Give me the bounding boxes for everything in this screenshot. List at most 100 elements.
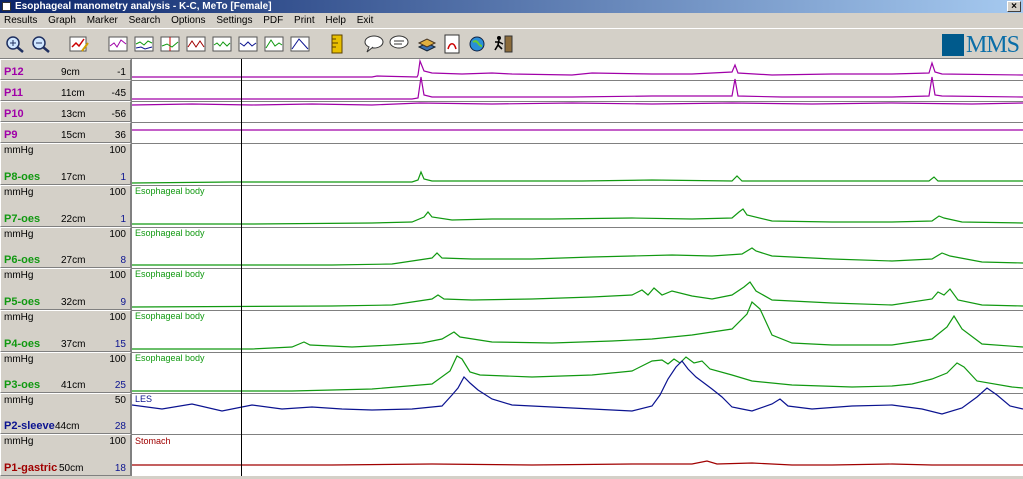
title-bar: Esophageal manometry analysis - K-C, MeT…: [0, 0, 1023, 13]
channel-name: P6-oes: [4, 254, 41, 266]
channel-name: P4-oes: [4, 338, 41, 350]
menu-graph[interactable]: Graph: [44, 13, 80, 28]
channel-p2-sleeve[interactable]: mmHg 50 P2-sleeve 44cm 28: [0, 393, 131, 434]
channel-value: 1: [120, 172, 126, 183]
channel-depth: 17cm: [61, 172, 86, 183]
menu-marker[interactable]: Marker: [83, 13, 122, 28]
channel-depth: 27cm: [61, 255, 86, 266]
channel-value: 8: [120, 255, 126, 266]
channel-p8-oes[interactable]: mmHg 100 P8-oes 17cm 1: [0, 143, 131, 185]
close-button[interactable]: ×: [1007, 1, 1021, 12]
trace-p2-sleeve: [131, 360, 1023, 415]
channel-name: P1-gastric: [4, 462, 58, 474]
channel-unit: mmHg: [4, 354, 34, 365]
zoom-out-icon[interactable]: [30, 34, 52, 54]
menu-print[interactable]: Print: [290, 13, 319, 28]
trace-plot-area[interactable]: Esophageal body Esophageal body Esophage…: [131, 58, 1023, 476]
region-label: Esophageal body: [135, 269, 205, 279]
channel-p12[interactable]: P12 9cm -1: [0, 59, 131, 80]
window-title: Esophageal manometry analysis - K-C, MeT…: [15, 1, 272, 12]
channel-max: 50: [114, 395, 126, 406]
channel-depth: 50cm: [59, 463, 84, 474]
channel-p9[interactable]: P9 15cm 36: [0, 122, 131, 143]
channel-p7-oes[interactable]: mmHg 100 P7-oes 22cm 1: [0, 185, 131, 227]
channel-p5-oes[interactable]: mmHg 100 P5-oes 32cm 9: [0, 268, 131, 310]
channel-p10[interactable]: P10 13cm -56: [0, 101, 131, 122]
speech-bubble-icon[interactable]: [388, 34, 410, 54]
menu-help[interactable]: Help: [321, 13, 350, 28]
channel-unit: mmHg: [4, 395, 34, 406]
channel-p6-oes[interactable]: mmHg 100 P6-oes 27cm 8: [0, 227, 131, 268]
pdf-document-icon[interactable]: [441, 34, 463, 54]
menu-settings[interactable]: Settings: [212, 13, 256, 28]
channel-max: 100: [109, 187, 126, 198]
channel-unit: mmHg: [4, 436, 34, 447]
channel-unit: mmHg: [4, 312, 34, 323]
channel-p3-oes[interactable]: mmHg 100 P3-oes 41cm 25: [0, 352, 131, 393]
channel-depth: 44cm: [55, 421, 80, 432]
channel-unit: mmHg: [4, 270, 34, 281]
channel-value: 36: [114, 130, 126, 141]
channel-value: -1: [117, 67, 126, 78]
trace-plot: Esophageal body Esophageal body Esophage…: [131, 58, 1023, 466]
chart-view-5-icon[interactable]: [211, 34, 233, 54]
ruler-icon[interactable]: [326, 34, 348, 54]
chart-view-2-icon[interactable]: [133, 34, 155, 54]
chart-view-8-icon[interactable]: [289, 34, 311, 54]
channel-name: P12: [4, 66, 24, 78]
menu-pdf[interactable]: PDF: [259, 13, 287, 28]
trace-p12: [132, 58, 1023, 78]
chart-view-1-icon[interactable]: [107, 34, 129, 54]
toolbar: MMS: [0, 28, 1023, 59]
trace-p8-oes: [131, 170, 1023, 184]
chart-view-7-icon[interactable]: [263, 34, 285, 54]
channel-depth: 9cm: [61, 67, 80, 78]
chart-view-3-icon[interactable]: [159, 34, 181, 54]
channel-p1-gastric[interactable]: mmHg 100 P1-gastric 50cm 18: [0, 434, 131, 476]
trace-p1-gastric: [132, 460, 1023, 466]
app-icon: [2, 2, 11, 11]
channel-unit: mmHg: [4, 229, 34, 240]
menu-exit[interactable]: Exit: [353, 13, 378, 28]
mms-logo: MMS: [941, 31, 1020, 58]
comment-bubble-icon[interactable]: [363, 34, 385, 54]
channel-name: P5-oes: [4, 296, 41, 308]
channel-name: P9: [4, 129, 18, 141]
channel-p11[interactable]: P11 11cm -45: [0, 80, 131, 101]
channel-max: 100: [109, 312, 126, 323]
mms-logo-text: MMS: [965, 31, 1020, 58]
channel-p4-oes[interactable]: mmHg 100 P4-oes 37cm 15: [0, 310, 131, 352]
channel-value: 28: [114, 421, 126, 432]
region-label: LES: [135, 394, 152, 404]
channel-max: 100: [109, 354, 126, 365]
trace-p4-oes: [132, 300, 1023, 350]
menu-results[interactable]: Results: [0, 13, 41, 28]
channel-name: P2-sleeve: [4, 420, 55, 432]
zoom-in-icon[interactable]: [4, 34, 26, 54]
channel-name: P10: [4, 108, 24, 120]
channel-value: 1: [120, 214, 126, 225]
chart-view-6-icon[interactable]: [237, 34, 259, 54]
trace-p5-oes: [131, 281, 1023, 308]
channel-panel: P12 9cm -1 P11 11cm -45 P10 13cm -56 P9 …: [0, 59, 131, 476]
menu-bar: Results Graph Marker Search Options Sett…: [0, 13, 1023, 28]
time-cursor-line[interactable]: [241, 59, 242, 476]
edit-chart-icon[interactable]: [68, 34, 90, 54]
trace-p7-oes: [132, 208, 1023, 225]
channel-value: 15: [114, 339, 126, 350]
channel-value: 9: [120, 297, 126, 308]
channel-value: 18: [114, 463, 126, 474]
channel-depth: 41cm: [61, 380, 86, 391]
menu-options[interactable]: Options: [167, 13, 209, 28]
trace-p6-oes: [132, 247, 1023, 266]
channel-value: -45: [111, 88, 126, 99]
channel-name: P8-oes: [4, 171, 41, 183]
menu-search[interactable]: Search: [125, 13, 165, 28]
channel-depth: 15cm: [61, 130, 86, 141]
region-label: Esophageal body: [135, 186, 205, 196]
channel-name: P7-oes: [4, 213, 41, 225]
globe-icon[interactable]: [466, 34, 488, 54]
chart-view-4-icon[interactable]: [185, 34, 207, 54]
layers-icon[interactable]: [416, 34, 438, 54]
exit-runner-icon[interactable]: [492, 34, 514, 54]
